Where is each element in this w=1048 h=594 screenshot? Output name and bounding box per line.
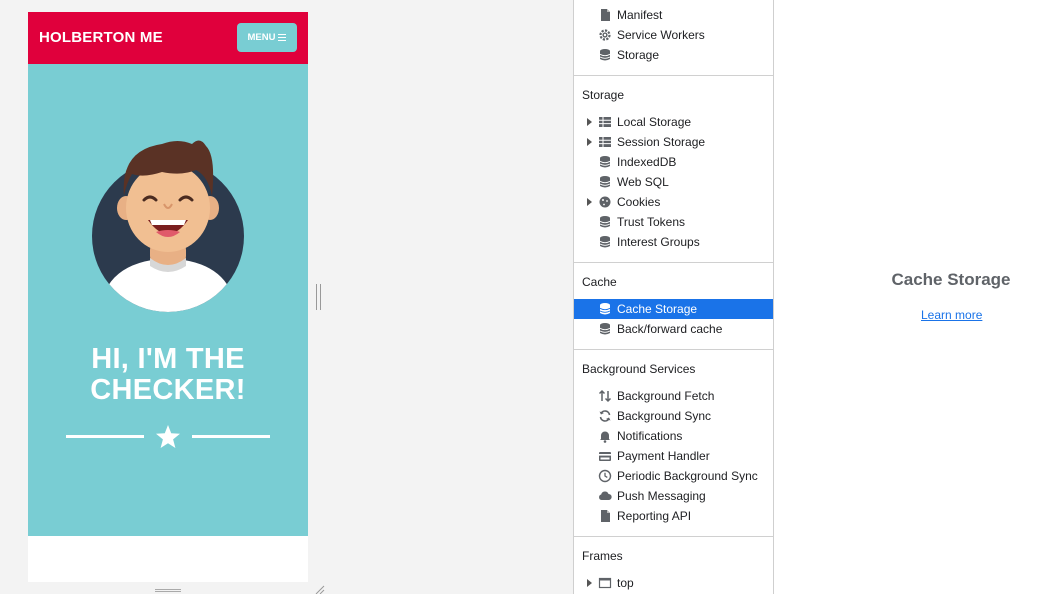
sidebar-item-reporting-api[interactable]: Reporting API xyxy=(574,506,773,526)
section-divider xyxy=(574,536,773,537)
avatar xyxy=(92,140,244,312)
menu-button[interactable]: MENU xyxy=(237,23,297,52)
section-divider xyxy=(574,75,773,76)
hero-section: HI, I'M THE CHECKER! xyxy=(28,64,308,536)
hero-title: HI, I'M THE CHECKER! xyxy=(28,344,308,406)
divider-line-left xyxy=(66,435,144,438)
sidebar-item-label: top xyxy=(617,576,634,590)
expand-arrow-icon[interactable] xyxy=(587,118,592,126)
sidebar-item-interest-groups[interactable]: Interest Groups xyxy=(574,232,773,252)
sidebar-item-label: Push Messaging xyxy=(617,489,706,503)
sidebar-item-trust-tokens[interactable]: Trust Tokens xyxy=(574,212,773,232)
sidebar-item-push-messaging[interactable]: Push Messaging xyxy=(574,486,773,506)
sidebar-item-manifest[interactable]: Manifest xyxy=(574,5,773,25)
sidebar-item-label: IndexedDB xyxy=(617,155,677,169)
sidebar-item-label: Manifest xyxy=(617,8,663,22)
sidebar-item-label: Trust Tokens xyxy=(617,215,686,229)
arrows-updown-icon xyxy=(598,389,612,403)
sidebar-item-label: Cookies xyxy=(617,195,661,209)
card-icon xyxy=(599,452,611,461)
document-icon xyxy=(601,510,610,522)
sidebar-item-label: Session Storage xyxy=(617,135,706,149)
sidebar-item-label: Background Fetch xyxy=(617,389,715,403)
panel-title: Cache Storage xyxy=(891,270,1011,289)
star-divider xyxy=(66,424,270,450)
section-title-storage: Storage xyxy=(582,88,625,102)
sidebar-item-label: Web SQL xyxy=(617,175,669,189)
grid-icon xyxy=(599,117,611,127)
section-divider xyxy=(574,262,773,263)
database-icon xyxy=(599,236,611,248)
section-title-background-services: Background Services xyxy=(582,362,696,376)
database-icon xyxy=(599,156,611,168)
gear-icon xyxy=(599,29,611,41)
sidebar-item-label: Reporting API xyxy=(617,509,692,523)
sidebar-item-cookies[interactable]: Cookies xyxy=(574,192,773,212)
hero-title-line2: CHECKER! xyxy=(90,374,246,406)
menu-label: MENU xyxy=(247,32,276,43)
device-emulation-area: HOLBERTON ME MENU HI, I'M THE CHECKER! xyxy=(0,0,574,594)
site-header: HOLBERTON ME MENU xyxy=(28,12,308,64)
sidebar-item-label: Notifications xyxy=(617,429,683,443)
sidebar-item-label: Storage xyxy=(617,48,660,62)
sidebar-item-label: Interest Groups xyxy=(617,235,700,249)
sidebar-item-payment-handler[interactable]: Payment Handler xyxy=(574,446,773,466)
learn-more-link[interactable]: Learn more xyxy=(921,308,982,322)
site-logo[interactable]: HOLBERTON ME xyxy=(39,29,163,46)
hamburger-icon xyxy=(278,34,287,41)
sidebar-item-label: Background Sync xyxy=(617,409,712,423)
database-icon xyxy=(599,323,611,335)
device-screen: HOLBERTON ME MENU HI, I'M THE CHECKER! xyxy=(28,12,308,582)
device-resize-handle-right[interactable] xyxy=(316,284,321,310)
star-icon xyxy=(156,425,180,448)
divider-line-right xyxy=(192,435,270,438)
section-title-cache: Cache xyxy=(582,275,617,289)
clock-icon xyxy=(598,469,612,483)
sidebar-item-top[interactable]: top xyxy=(574,573,773,593)
database-icon xyxy=(599,49,611,61)
frame-icon xyxy=(598,577,612,589)
sidebar-item-storage[interactable]: Storage xyxy=(574,45,773,65)
sidebar-item-web-sql[interactable]: Web SQL xyxy=(574,172,773,192)
sidebar-item-background-sync[interactable]: Background Sync xyxy=(574,406,773,426)
sidebar-item-label: Periodic Background Sync xyxy=(617,469,758,483)
sidebar-item-service-workers[interactable]: Service Workers xyxy=(574,25,773,45)
sidebar-item-label: Cache Storage xyxy=(617,302,698,316)
sidebar-item-notifications[interactable]: Notifications xyxy=(574,426,773,446)
sidebar-item-indexeddb[interactable]: IndexedDB xyxy=(574,152,773,172)
bell-icon xyxy=(600,431,610,443)
sidebar-item-background-fetch[interactable]: Background Fetch xyxy=(574,386,773,406)
sidebar-item-label: Back/forward cache xyxy=(617,322,723,336)
device-resize-corner-icon[interactable] xyxy=(313,585,325,594)
sidebar-item-label: Service Workers xyxy=(617,28,705,42)
sidebar-item-session-storage[interactable]: Session Storage xyxy=(574,132,773,152)
grid-icon xyxy=(599,137,611,147)
expand-arrow-icon[interactable] xyxy=(587,138,592,146)
sidebar-item-cache-storage[interactable]: Cache Storage xyxy=(574,299,773,319)
section-title-frames: Frames xyxy=(582,549,623,563)
sidebar-item-label: Payment Handler xyxy=(617,449,710,463)
section-divider xyxy=(574,349,773,350)
device-resize-handle-bottom[interactable] xyxy=(155,589,181,592)
cookie-icon xyxy=(599,196,611,208)
sidebar-item-label: Local Storage xyxy=(617,115,692,129)
database-icon xyxy=(599,303,611,315)
sidebar-item-local-storage[interactable]: Local Storage xyxy=(574,112,773,132)
expand-arrow-icon[interactable] xyxy=(587,198,592,206)
database-icon xyxy=(599,176,611,188)
document-icon xyxy=(601,9,610,21)
sidebar-item-back-forward-cache[interactable]: Back/forward cache xyxy=(574,319,773,339)
sidebar-item-periodic-background-sync[interactable]: Periodic Background Sync xyxy=(574,466,773,486)
cloud-icon xyxy=(599,491,612,500)
database-icon xyxy=(599,216,611,228)
cache-storage-panel: Cache Storage Learn more xyxy=(775,0,1048,594)
expand-arrow-icon[interactable] xyxy=(587,579,592,587)
application-sidebar: Manifest Service Workers Storage Storage Loc… xyxy=(573,0,774,594)
hero-title-line1: HI, I'M THE xyxy=(91,343,245,375)
sync-icon xyxy=(599,410,611,422)
